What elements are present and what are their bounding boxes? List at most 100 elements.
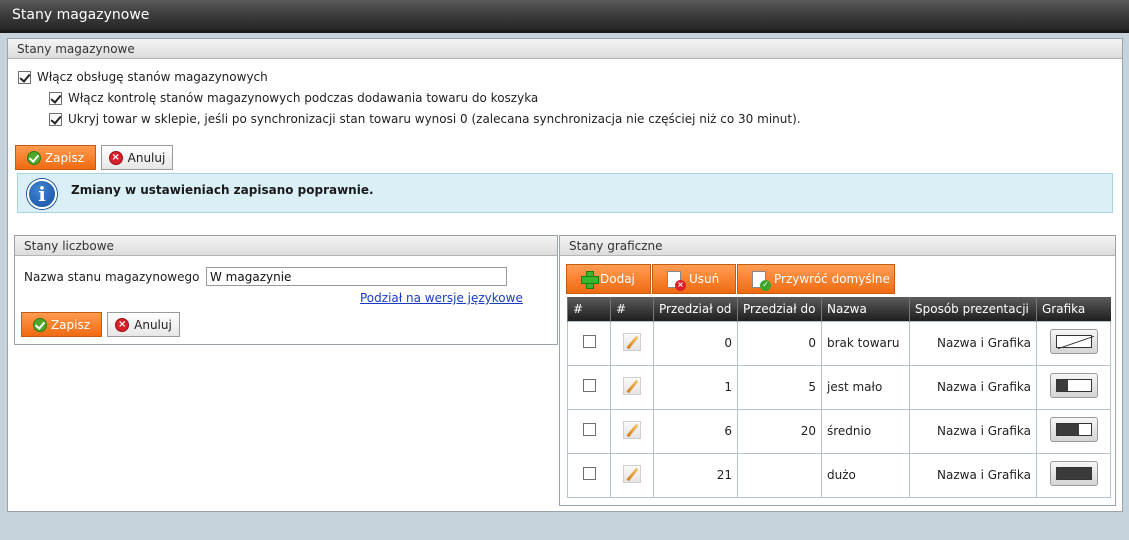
row-edit-cell <box>610 364 654 410</box>
range-to-cell: 0 <box>737 320 822 366</box>
edit-pencil-icon[interactable] <box>623 376 641 395</box>
gauge-fill <box>1056 468 1091 479</box>
graphic-states-table: # # Przedział od Przedział do Nazwa Spos… <box>567 297 1111 498</box>
delete-document-icon: × <box>667 270 686 291</box>
plus-icon <box>581 271 599 289</box>
gauge-frame <box>1055 423 1092 436</box>
graphic-cell <box>1036 364 1111 410</box>
range-to-cell: 5 <box>737 364 822 410</box>
hide-product-option[interactable]: Ukryj towar w sklepie, jeśli po synchron… <box>49 110 801 128</box>
graphic-states-panel: Stany graficzne Dodaj × Usuń ✓ Przywróć … <box>559 235 1116 506</box>
gauge-frame <box>1055 379 1092 392</box>
range-from-cell: 6 <box>653 408 738 454</box>
col-name[interactable]: Nazwa <box>821 297 910 321</box>
row-select-cell <box>567 320 611 366</box>
restore-defaults-button[interactable]: ✓ Przywróć domyślne <box>737 264 895 294</box>
state-name-cell: średnio <box>821 408 910 454</box>
col-edit[interactable]: # <box>610 297 654 321</box>
edit-pencil-icon[interactable] <box>623 464 641 483</box>
table-row[interactable]: 21 dużo Nazwa i Grafika <box>567 452 1111 498</box>
save-numeric-button[interactable]: Zapisz <box>21 312 102 337</box>
check-circle-icon <box>32 317 47 332</box>
col-presentation[interactable]: Sposób prezentacji <box>909 297 1037 321</box>
state-name-cell: brak towaru <box>821 320 910 366</box>
presentation-cell: Nazwa i Grafika <box>909 364 1037 410</box>
info-message-box: i Zmiany w ustawieniach zapisano poprawn… <box>17 173 1113 213</box>
language-versions-link[interactable]: Podział na wersje językowe <box>360 291 523 305</box>
restore-document-icon: ✓ <box>752 270 771 291</box>
row-edit-cell <box>610 408 654 454</box>
gauge-frame <box>1055 467 1092 480</box>
table-row[interactable]: 1 5 jest mało Nazwa i Grafika <box>567 364 1111 410</box>
save-settings-button[interactable]: Zapisz <box>15 145 96 170</box>
presentation-cell: Nazwa i Grafika <box>909 320 1037 366</box>
presentation-cell: Nazwa i Grafika <box>909 408 1037 454</box>
gauge-fill <box>1056 424 1079 435</box>
col-graphic[interactable]: Grafika <box>1036 297 1111 321</box>
row-checkbox[interactable] <box>582 467 596 480</box>
graphic-cell <box>1036 408 1111 454</box>
window-title: Stany magazynowe <box>0 0 1129 33</box>
row-edit-cell <box>610 320 654 366</box>
add-state-label: Dodaj <box>600 272 635 286</box>
gauge-frame <box>1055 335 1094 350</box>
hide-product-checkbox[interactable] <box>49 112 62 126</box>
medium-stock-gauge-icon <box>1049 417 1098 442</box>
cancel-circle-icon: × <box>115 317 130 332</box>
table-row[interactable]: 6 20 średnio Nazwa i Grafika <box>567 408 1111 454</box>
save-numeric-label: Zapisz <box>50 317 91 332</box>
empty-stock-gauge-icon <box>1049 329 1098 354</box>
col-range-to[interactable]: Przedział do <box>737 297 822 321</box>
state-name-cell: jest mało <box>821 364 910 410</box>
cancel-settings-label: Anuluj <box>127 150 166 165</box>
range-to-cell: 20 <box>737 408 822 454</box>
col-select[interactable]: # <box>567 297 611 321</box>
add-state-button[interactable]: Dodaj <box>566 264 651 294</box>
row-select-cell <box>567 364 611 410</box>
enable-stock-checkbox[interactable] <box>18 70 31 84</box>
empty-slash <box>1057 335 1094 350</box>
enable-stock-option[interactable]: Włącz obsługę stanów magazynowych <box>18 68 268 86</box>
row-select-cell <box>567 408 611 454</box>
table-header-row: # # Przedział od Przedział do Nazwa Spos… <box>567 297 1111 321</box>
graphic-cell <box>1036 452 1111 498</box>
cancel-numeric-label: Anuluj <box>134 317 172 332</box>
stock-settings-panel: Stany magazynowe Włącz obsługę stanów ma… <box>7 38 1123 512</box>
range-to-cell <box>737 452 822 498</box>
edit-pencil-icon[interactable] <box>623 420 641 439</box>
cancel-numeric-button[interactable]: × Anuluj <box>107 312 180 337</box>
save-settings-label: Zapisz <box>44 150 85 165</box>
row-checkbox[interactable] <box>582 379 596 392</box>
range-from-cell: 0 <box>653 320 738 366</box>
restore-defaults-label: Przywróć domyślne <box>774 272 890 286</box>
state-name-cell: dużo <box>821 452 910 498</box>
graphic-panel-title: Stany graficzne <box>560 236 1115 256</box>
stock-name-input[interactable] <box>206 267 507 286</box>
row-edit-cell <box>610 452 654 498</box>
row-checkbox[interactable] <box>582 335 596 348</box>
cart-control-label: Włącz kontrolę stanów magazynowych podcz… <box>68 91 539 105</box>
info-icon: i <box>27 179 57 209</box>
stock-name-label: Nazwa stanu magazynowego <box>24 270 200 284</box>
range-from-cell: 21 <box>653 452 738 498</box>
presentation-cell: Nazwa i Grafika <box>909 452 1037 498</box>
col-range-from[interactable]: Przedział od <box>653 297 738 321</box>
enable-stock-label: Włącz obsługę stanów magazynowych <box>37 70 268 84</box>
cart-control-checkbox[interactable] <box>49 91 62 105</box>
cart-control-option[interactable]: Włącz kontrolę stanów magazynowych podcz… <box>49 89 538 107</box>
graphic-cell <box>1036 320 1111 366</box>
row-checkbox[interactable] <box>582 423 596 436</box>
numeric-states-panel: Stany liczbowe Nazwa stanu magazynowego … <box>14 235 558 345</box>
info-message: Zmiany w ustawieniach zapisano poprawnie… <box>71 183 374 197</box>
row-select-cell <box>567 452 611 498</box>
gauge-fill <box>1056 380 1068 391</box>
hide-product-label: Ukryj towar w sklepie, jeśli po synchron… <box>68 112 801 126</box>
panel-title: Stany magazynowe <box>8 39 1122 59</box>
edit-pencil-icon[interactable] <box>623 332 641 351</box>
numeric-panel-title: Stany liczbowe <box>15 236 557 256</box>
table-row[interactable]: 0 0 brak towaru Nazwa i Grafika <box>567 320 1111 366</box>
cancel-settings-button[interactable]: × Anuluj <box>101 145 173 170</box>
low-stock-gauge-icon <box>1049 373 1098 398</box>
remove-state-label: Usuń <box>689 272 720 286</box>
remove-state-button[interactable]: × Usuń <box>652 264 736 294</box>
